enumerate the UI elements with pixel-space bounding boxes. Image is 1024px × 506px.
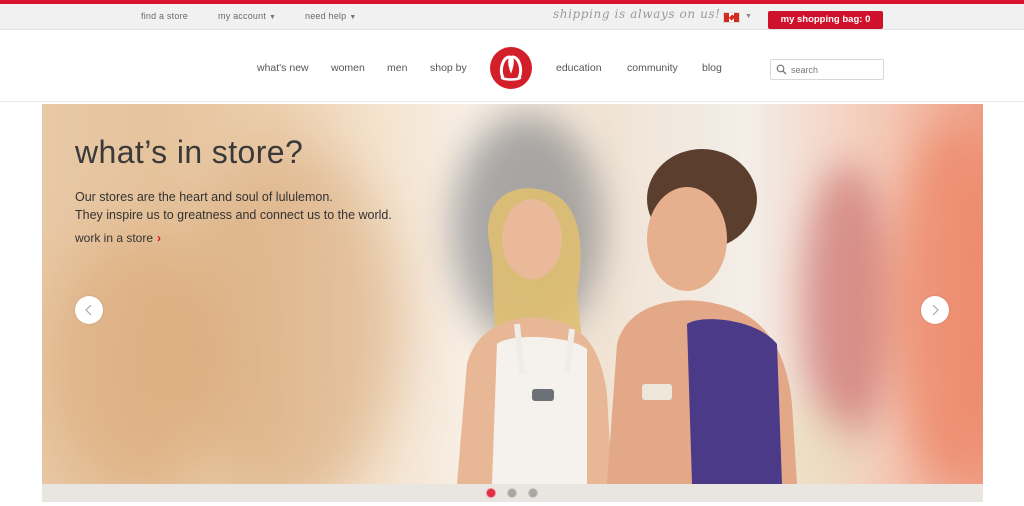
work-in-store-link[interactable]: work in a store ›: [75, 231, 161, 245]
search-icon: [776, 64, 787, 75]
carousel-dot-1[interactable]: [486, 488, 496, 498]
find-store-link[interactable]: find a store: [141, 11, 188, 21]
nav-shop-by[interactable]: shop by: [430, 62, 467, 74]
nav-community[interactable]: community: [627, 62, 678, 74]
chevron-down-icon: ▼: [349, 14, 357, 21]
nav-blog[interactable]: blog: [702, 62, 722, 74]
country-chevron-down-icon[interactable]: ▼: [745, 13, 752, 20]
search-box[interactable]: [770, 59, 884, 80]
nav-whats-new[interactable]: what's new: [257, 62, 309, 74]
hero-title: what’s in store?: [75, 134, 304, 170]
canada-flag-icon[interactable]: [723, 12, 740, 23]
chevron-right-icon: [932, 304, 939, 316]
nav-education[interactable]: education: [556, 62, 602, 74]
carousel-prev-button[interactable]: [75, 296, 103, 324]
chevron-left-icon: [85, 304, 92, 316]
carousel-dot-3[interactable]: [528, 488, 538, 498]
flag-band-right: [734, 13, 739, 22]
main-nav: what's new women men shop by education c…: [0, 30, 1024, 102]
hero-photo-people: [457, 149, 797, 484]
nav-men[interactable]: men: [387, 62, 407, 74]
my-account-dropdown[interactable]: my account ▼: [218, 11, 276, 21]
lululemon-logo-icon[interactable]: [490, 47, 532, 89]
carousel-next-button[interactable]: [921, 296, 949, 324]
hero-subtitle-line2: They inspire us to greatness and connect…: [75, 208, 392, 222]
my-account-label: my account: [218, 11, 267, 21]
chevron-down-icon: ▼: [269, 14, 277, 21]
hero-subtitle-line1: Our stores are the heart and soul of lul…: [75, 190, 333, 204]
hero-bg-shape: [42, 234, 222, 484]
nav-women[interactable]: women: [331, 62, 365, 74]
shipping-note: shipping is always on us!: [553, 7, 721, 21]
shopping-bag-button[interactable]: my shopping bag: 0: [768, 11, 883, 29]
cta-label: work in a store: [75, 231, 154, 245]
carousel-dot-2[interactable]: [507, 488, 517, 498]
hero-banner: what’s in store? Our stores are the hear…: [42, 104, 983, 484]
need-help-dropdown[interactable]: need help ▼: [305, 11, 356, 21]
carousel-pagination: [42, 484, 983, 502]
need-help-label: need help: [305, 11, 347, 21]
search-input[interactable]: [791, 62, 879, 77]
chevron-right-icon: ›: [157, 231, 162, 245]
utility-bar: find a store my account ▼ need help ▼ ship…: [0, 4, 1024, 30]
